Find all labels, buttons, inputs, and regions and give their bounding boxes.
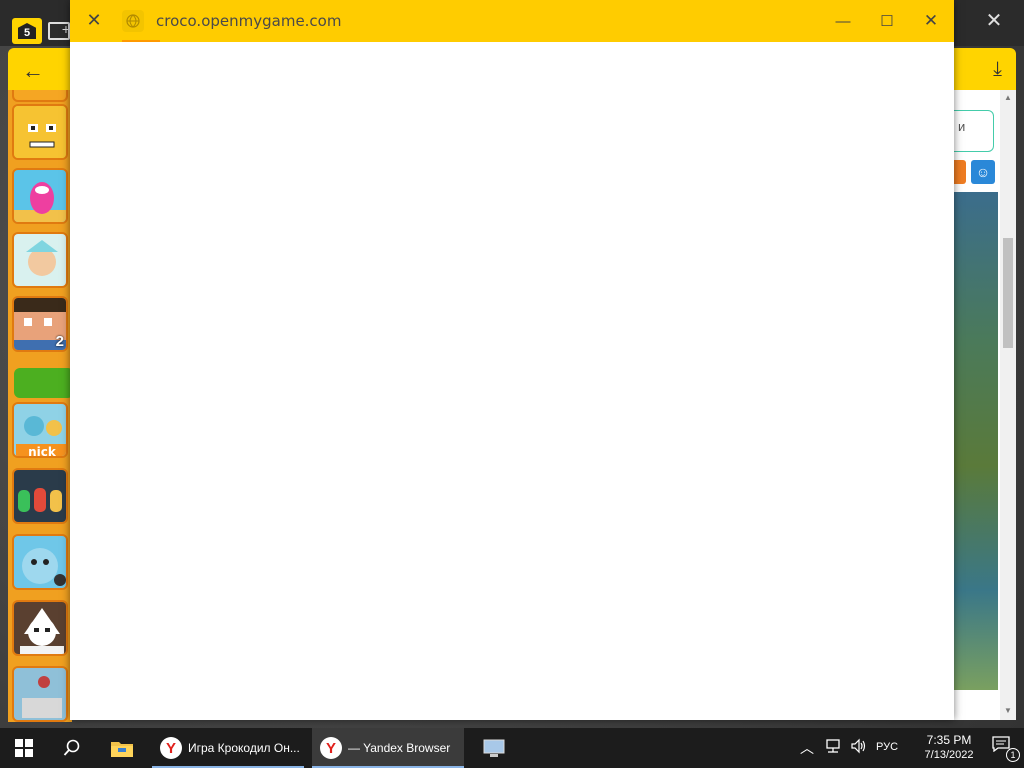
popup-url: croco.openmygame.com — [156, 12, 342, 30]
clock-time[interactable]: 7:35 PM — [914, 733, 984, 747]
game-thumbnail[interactable] — [12, 666, 68, 722]
new-tab-button[interactable] — [48, 21, 70, 40]
tab-count: 5 — [18, 23, 36, 39]
scroll-up-arrow-icon[interactable]: ▲ — [1003, 93, 1013, 102]
volume-icon[interactable] — [850, 738, 868, 757]
notification-count-badge: 1 — [1006, 748, 1020, 762]
search-button[interactable] — [48, 728, 96, 768]
back-arrow-icon[interactable]: ← — [22, 58, 44, 84]
system-tray: ︿ РУС 7:35 PM 7/13/2022 1 — [794, 728, 1024, 768]
search-icon — [63, 739, 80, 756]
game-thumbnail[interactable] — [12, 468, 68, 524]
network-icon[interactable] — [824, 738, 842, 757]
game-thumbnail[interactable] — [12, 600, 68, 656]
scrollbar-thumb[interactable] — [1003, 238, 1013, 348]
popup-window: ✕ croco.openmygame.com — ☐ ✕ — [70, 0, 954, 720]
game-thumbnail-strip: 2 nick — [8, 90, 72, 722]
site-globe-icon — [122, 10, 144, 32]
social-share-icon[interactable]: ☺ — [971, 160, 995, 184]
scroll-down-arrow-icon[interactable]: ▼ — [1003, 706, 1013, 715]
clock-date[interactable]: 7/13/2022 — [914, 749, 984, 761]
game-thumbnail[interactable] — [12, 232, 68, 288]
window-close-button[interactable]: ✕ — [916, 8, 946, 34]
background-game-area — [954, 192, 998, 690]
windows-taskbar: Y Игра Крокодил Он... Y — Yandex Browser… — [0, 728, 1024, 768]
file-explorer-button[interactable] — [98, 728, 146, 768]
game-thumbnail[interactable] — [12, 534, 68, 590]
background-browser-close-button[interactable]: ✕ — [982, 8, 1006, 32]
odnoklassniki-icon[interactable] — [954, 160, 966, 184]
taskbar-item-yandex-browser[interactable]: Y — Yandex Browser — [312, 728, 464, 768]
popup-titlebar[interactable]: ✕ croco.openmygame.com — ☐ ✕ — [70, 0, 954, 43]
taskbar-item-label: Игра Крокодил Он... — [188, 741, 300, 755]
download-icon[interactable]: ⤓ — [993, 58, 1002, 81]
monitor-app-icon — [483, 739, 505, 757]
popup-content — [70, 42, 954, 720]
game-thumbnail[interactable] — [12, 168, 68, 224]
background-search-box[interactable]: и — [954, 110, 994, 152]
game-badge: 2 — [55, 333, 64, 350]
taskbar-item-label: — Yandex Browser — [348, 741, 451, 755]
svg-text:nick: nick — [28, 445, 57, 458]
green-banner[interactable] — [14, 368, 72, 398]
windows-logo-icon — [15, 739, 33, 757]
maximize-button[interactable]: ☐ — [872, 8, 902, 34]
game-thumbnail[interactable]: 2 — [12, 296, 68, 352]
folder-icon — [111, 742, 133, 757]
game-thumbnail[interactable]: nick — [12, 402, 68, 458]
show-hidden-icons-chevron-icon[interactable]: ︿ — [800, 738, 814, 758]
start-button[interactable] — [0, 728, 48, 768]
close-icon[interactable]: ✕ — [84, 10, 104, 30]
tab-counter-button[interactable]: 5 — [12, 18, 42, 44]
yandex-browser-icon: Y — [320, 737, 342, 759]
minimize-button[interactable]: — — [828, 8, 858, 34]
background-scrollbar[interactable] — [1000, 90, 1016, 720]
yandex-browser-icon: Y — [160, 737, 182, 759]
game-thumbnail[interactable] — [12, 104, 68, 160]
taskbar-item-app[interactable] — [472, 728, 516, 768]
taskbar-item-yandex-game[interactable]: Y Игра Крокодил Он... — [152, 728, 304, 768]
input-language-indicator[interactable]: РУС — [876, 741, 898, 753]
game-thumbnail[interactable] — [12, 90, 68, 102]
